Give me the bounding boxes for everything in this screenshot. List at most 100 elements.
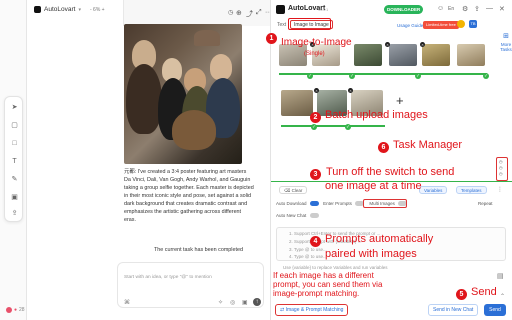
check-icon: ✓ xyxy=(349,73,355,79)
limited-badge: Limited-time free xyxy=(423,21,459,29)
image-prompt-matching-button[interactable]: ⇄ Image & Prompt Matching xyxy=(275,304,349,316)
upload-icon[interactable]: ⇪ xyxy=(11,210,18,217)
more-tasks-link[interactable]: More Tasks xyxy=(500,42,512,52)
left-toolbar: ➤ ▢ □ T ✎ ▣ ⇪ ● 28 xyxy=(0,0,27,320)
uploaded-image-3[interactable] xyxy=(354,44,382,66)
clear-label: Clear xyxy=(291,188,303,193)
repeat-label[interactable]: Repeat xyxy=(478,201,493,206)
plugin-version: V0.0.1 xyxy=(318,8,329,12)
send-arrow-icon[interactable]: ↑ xyxy=(253,298,261,306)
auto-new-chat-toggle[interactable] xyxy=(309,213,319,219)
chat-input[interactable]: Start with an idea, or type "@" to menti… xyxy=(117,262,264,308)
chat-area: AutoLovart ▾ - 6% + ⊕ ⤴ ⤢ ⋯ ◷ 元都: I've c… xyxy=(27,0,271,320)
chat-icon[interactable]: ⊕ xyxy=(236,9,242,17)
check-icon: ✓ xyxy=(483,73,489,79)
figure-4 xyxy=(210,54,232,80)
language-icon[interactable]: En xyxy=(448,6,454,12)
image-prompt-matching-label: Image & Prompt Matching xyxy=(285,307,344,313)
send-row: ⇄ Image & Prompt Matching Send in New Ch… xyxy=(271,303,512,317)
share-icon[interactable]: ⇪ xyxy=(474,5,480,13)
attach-icon[interactable]: ⌘ xyxy=(124,299,130,306)
auto-download-toggle[interactable] xyxy=(309,201,319,207)
tab-text[interactable]: Text xyxy=(277,22,286,28)
generated-image[interactable] xyxy=(124,24,242,164)
pen-icon[interactable]: ✎ xyxy=(11,176,18,183)
prompt-line-4: 4. Type @ to use... xyxy=(289,254,327,259)
templates-button[interactable]: Templates xyxy=(456,186,487,194)
close-icon[interactable]: ✕ xyxy=(499,5,505,13)
annotation-6: Task Manager xyxy=(393,139,463,151)
lightbulb-icon[interactable]: ✧ xyxy=(218,299,223,306)
enter-prompts-label: Enter Prompts xyxy=(323,201,352,206)
clear-button[interactable]: ⌫ Clear xyxy=(279,186,308,194)
task-manager-icons[interactable]: ◷ ◷ ◷ xyxy=(499,159,503,177)
annotation-number-2: 2 xyxy=(310,112,321,123)
note-icon[interactable]: ▤ xyxy=(497,272,504,280)
shape-icon[interactable]: □ xyxy=(11,140,18,147)
credit-count: 28 xyxy=(19,307,25,313)
settings-icon[interactable]: ⚙ xyxy=(462,5,468,13)
rail-footer: ● 28 xyxy=(6,307,25,313)
chat-input-placeholder: Start with an idea, or type "@" to menti… xyxy=(124,275,212,280)
usage-guide-link[interactable]: Usage Guide xyxy=(397,23,423,28)
annotation-number-6: 6 xyxy=(378,142,389,153)
grid-icon[interactable]: ⊞ xyxy=(500,32,512,40)
annotation-area xyxy=(274,83,402,131)
annotation-5: Send xyxy=(471,286,497,298)
history-icon[interactable]: ◷ xyxy=(228,9,233,16)
broom-icon: ⌫ xyxy=(284,188,292,193)
downloader-badge[interactable]: DOWNLOADER xyxy=(384,5,424,14)
share-icon[interactable]: ⤴ xyxy=(246,9,253,19)
annotation-1: Image-to-Image xyxy=(281,37,352,48)
pointer-icon[interactable]: ➤ xyxy=(11,104,18,111)
remove-image-icon[interactable]: × xyxy=(385,42,390,47)
annotation-4: Prompts automatically xyxy=(325,233,434,245)
tb-icon[interactable]: TB xyxy=(469,20,477,28)
annotation-3: Turn off the switch to send xyxy=(326,166,455,178)
gift-icon[interactable] xyxy=(457,20,465,28)
globe-icon[interactable]: ◎ xyxy=(230,299,235,306)
credits-icon: ● xyxy=(14,307,18,313)
uploaded-image-5[interactable] xyxy=(422,44,450,66)
zoom-control[interactable]: - 6% + xyxy=(90,7,105,13)
send-in-new-chat-button[interactable]: Send in New Chat xyxy=(428,304,479,316)
annotation-number-3: 3 xyxy=(310,169,321,180)
expand-toggle-icon[interactable]: ⌃ xyxy=(500,293,505,300)
check-icon: ✓ xyxy=(415,73,421,79)
more-options-icon[interactable]: ⋮ xyxy=(497,186,503,193)
annotation-bottom-2: prompt, you can send them via xyxy=(273,280,383,289)
prompt-line-3: 3. Type @ to use... xyxy=(289,247,327,252)
minimize-icon[interactable]: — xyxy=(486,5,493,12)
auto-new-chat-row: Auto New Chat xyxy=(276,213,319,219)
task-status: The current task has been completed xyxy=(154,247,243,253)
send-button[interactable]: Send xyxy=(484,304,506,316)
chevron-down-icon: ▾ xyxy=(78,6,81,13)
annotation-4-sub: paired with images xyxy=(325,248,417,260)
expand-icon[interactable]: ⤢ xyxy=(256,9,262,17)
frame-icon[interactable]: ▢ xyxy=(11,122,18,129)
tool-palette: ➤ ▢ □ T ✎ ▣ ⇪ xyxy=(4,96,23,222)
annotation-3-sub: one image at a time xyxy=(325,180,422,192)
emoji-icon[interactable]: ☺ xyxy=(437,5,444,12)
check-icon: ✓ xyxy=(307,73,313,79)
assistant-message: 元都: I've created a 3:4 poster featuring … xyxy=(124,169,254,223)
hat xyxy=(194,30,220,46)
uploaded-image-6[interactable] xyxy=(457,44,485,66)
figure-1-body xyxy=(126,64,162,134)
figure-5 xyxy=(172,110,216,150)
annotation-1-sub: (Single) xyxy=(304,51,325,57)
annotation-number-1: 1 xyxy=(266,33,277,44)
variable-hint: Use {variable} to replace Variables and … xyxy=(283,265,388,270)
image-icon[interactable]: ▣ xyxy=(11,194,18,201)
page: ➤ ▢ □ T ✎ ▣ ⇪ ● 28 AutoLovart ▾ - 6% + ⊕… xyxy=(0,0,512,320)
uploaded-image-4[interactable] xyxy=(389,44,417,66)
variables-button[interactable]: Variables xyxy=(419,186,448,194)
project-title[interactable]: AutoLovart ▾ xyxy=(34,6,81,13)
text-icon[interactable]: T xyxy=(11,158,18,165)
image-mode-icon[interactable]: ▣ xyxy=(242,299,248,306)
variables-label: Variables xyxy=(424,188,443,193)
remove-image-icon[interactable]: × xyxy=(420,42,425,47)
auto-new-chat-label: Auto New Chat xyxy=(276,213,307,218)
app-logo-icon xyxy=(34,6,41,13)
avatar[interactable] xyxy=(6,307,12,313)
